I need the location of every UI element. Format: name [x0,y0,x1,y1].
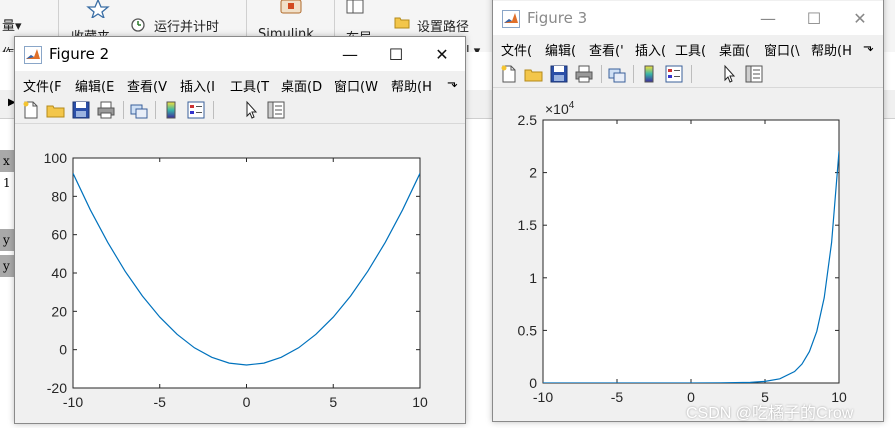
window-title: Figure 2 [49,45,110,63]
minimize-button[interactable]: — [327,37,373,71]
menu-desktop[interactable]: 桌面( [719,40,750,59]
x-tick-label: 10 [412,394,428,410]
menu-overflow-icon[interactable]: ⬎ [863,40,874,55]
set-path-button[interactable]: 设置路径 [417,16,469,35]
x-tick-label: 0 [243,394,251,410]
menu-tools[interactable]: 工具( [675,40,706,59]
menu-file[interactable]: 文件( [501,40,532,59]
csdn-watermark: CSDN @吃橘子的Crow [686,405,854,422]
plot-area: -10 -5 0 5 10 0 0.5 1 1.5 2 2.5 ×104 [493,88,883,421]
edit-plot-arrow-icon[interactable] [241,100,261,120]
menu-file[interactable]: 文件(F [23,76,62,95]
print-icon[interactable] [574,64,594,84]
y-tick-label: 80 [51,188,67,204]
new-figure-icon[interactable] [499,64,519,84]
menu-edit[interactable]: 编辑(E [75,76,114,95]
y-tick-label: 0 [529,375,537,391]
menu-window[interactable]: 窗口(W [334,76,378,95]
menu-insert[interactable]: 插入(I [180,76,215,95]
chart-exponential[interactable]: -10 -5 0 5 1000.511.522.5×104 [493,88,881,419]
title-bar[interactable]: Figure 3 — ☐ ✕ [493,1,883,35]
legend-icon[interactable] [186,100,206,120]
plot-area: -10 -5 0 5 10 -20 0 20 40 60 80 100 [15,124,465,423]
menu-insert[interactable]: 插入( [635,40,666,59]
save-icon[interactable] [549,64,569,84]
run-and-time-button[interactable]: 运行并计时 [154,16,219,35]
x-tick-label: -5 [611,389,624,405]
title-bar[interactable]: Figure 2 — ☐ ✕ [15,37,465,71]
figure-toolbar [493,61,883,88]
y-tick-label: 2.5 [518,112,538,128]
link-plot-icon[interactable] [129,100,149,120]
legend-icon[interactable] [664,64,684,84]
set-path-folder-icon [394,17,410,29]
matlab-logo-icon [502,10,520,28]
y-tick-label: 20 [51,303,67,319]
simulink-icon [280,0,302,14]
y-tick-label: 1 [529,270,537,286]
axes-box [72,157,421,389]
chart-parabola[interactable]: -10 -5 0 5 10 -20 0 20 40 60 80 100 [15,124,463,421]
favorites-star-icon [86,0,110,18]
menu-view[interactable]: 查看(V [127,76,167,95]
menu-window[interactable]: 窗口(\ [764,40,799,59]
menu-desktop[interactable]: 桌面(D [281,76,322,95]
menu-view[interactable]: 查看(' [589,40,624,59]
window-title: Figure 3 [527,9,588,27]
y-tick-label: 2 [529,165,537,181]
y-tick-label: 1.5 [518,217,538,233]
layout-icon [346,0,364,14]
y-tick-label: 0 [59,342,67,358]
link-plot-icon[interactable] [607,64,627,84]
edit-plot-arrow-icon[interactable] [719,64,739,84]
x-tick-label: -10 [63,394,83,410]
y-tick-label: 60 [51,227,67,243]
y-tick-label: 0.5 [518,322,538,338]
matlab-logo-icon [24,46,42,64]
property-inspector-icon[interactable] [744,64,764,84]
y-exponent-label: ×104 [545,100,575,117]
axes-box [542,119,840,384]
menu-edit[interactable]: 编辑( [545,40,576,59]
open-file-icon[interactable] [46,100,66,120]
print-icon[interactable] [96,100,116,120]
colorbar-icon[interactable] [161,100,181,120]
variable-menu[interactable]: 量▾ [2,15,22,34]
close-button[interactable]: ✕ [837,1,883,35]
menu-bar: 文件( 编辑( 查看(' 插入( 工具( 桌面( 窗口(\ 帮助(H ⬎ [493,35,883,61]
menu-help[interactable]: 帮助(H [391,76,432,95]
x-tick-label: -5 [154,394,167,410]
colorbar-icon[interactable] [639,64,659,84]
maximize-button[interactable]: ☐ [791,1,837,35]
x-tick-label: 5 [329,394,337,410]
y-tick-label: -20 [47,380,67,396]
menu-overflow-icon[interactable]: ⬎ [447,76,458,91]
figure-2-window: Figure 2 — ☐ ✕ 文件(F 编辑(E 查看(V 插入(I 工具(T … [14,36,466,424]
y-tick-label: 40 [51,265,67,281]
property-inspector-icon[interactable] [266,100,286,120]
close-button[interactable]: ✕ [419,37,465,71]
figure-toolbar [15,97,465,124]
menu-help[interactable]: 帮助(H [811,40,852,59]
minimize-button[interactable]: — [745,1,791,35]
figure-3-window: Figure 3 — ☐ ✕ 文件( 编辑( 查看(' 插入( 工具( 桌面( … [492,0,884,422]
new-figure-icon[interactable] [21,100,41,120]
menu-bar: 文件(F 编辑(E 查看(V 插入(I 工具(T 桌面(D 窗口(W 帮助(H … [15,71,465,97]
open-file-icon[interactable] [524,64,544,84]
y-exponent-power: 4 [569,100,575,111]
save-icon[interactable] [71,100,91,120]
x-tick-label: -10 [533,389,553,405]
menu-tools[interactable]: 工具(T [230,76,269,95]
maximize-button[interactable]: ☐ [373,37,419,71]
run-timer-icon [131,18,145,32]
y-tick-label: 100 [44,150,68,166]
